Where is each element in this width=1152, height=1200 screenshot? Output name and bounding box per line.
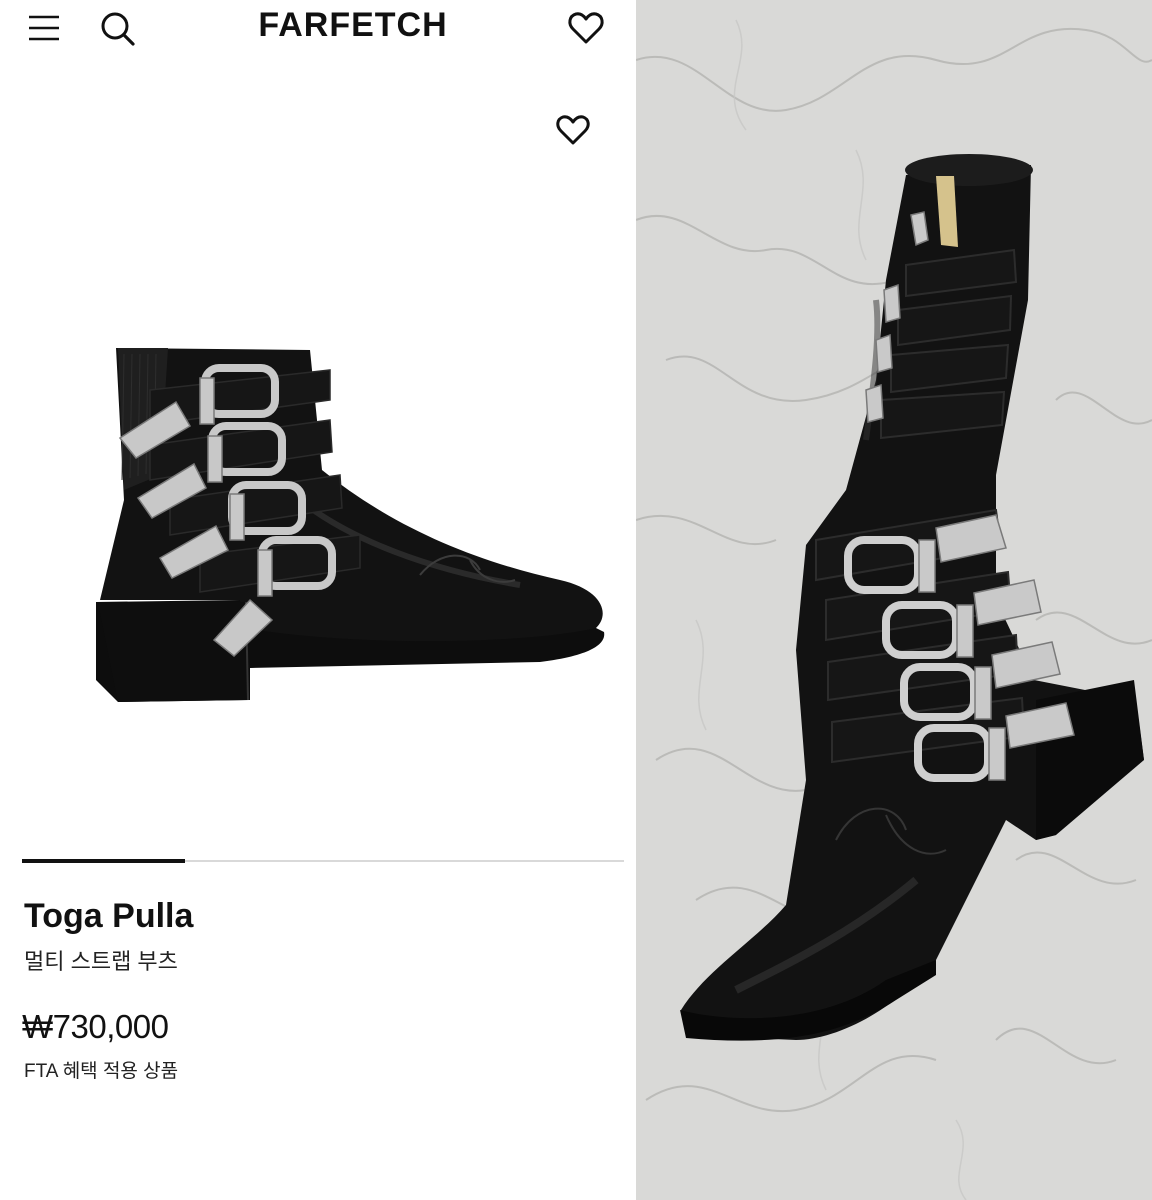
product-description: 멀티 스트랩 부츠 <box>24 949 178 974</box>
gallery-progress-bar <box>22 859 624 863</box>
product-wishlist-heart-icon[interactable] <box>553 110 593 150</box>
marble-boot-photo <box>636 0 1152 1200</box>
product-page-screenshot: FARFETCH Toga Pulla 멀티 스트랩 부츠 ₩730,000 F… <box>0 0 630 1200</box>
product-price: ₩730,000 <box>22 1008 169 1045</box>
top-navigation-bar: FARFETCH <box>0 0 630 58</box>
product-brand[interactable]: Toga Pulla <box>24 897 193 936</box>
gallery-progress-fill <box>22 859 185 863</box>
product-image[interactable] <box>0 80 630 840</box>
wishlist-heart-icon[interactable] <box>566 8 606 48</box>
fta-benefit-note: FTA 혜택 적용 상품 <box>24 1061 179 1082</box>
